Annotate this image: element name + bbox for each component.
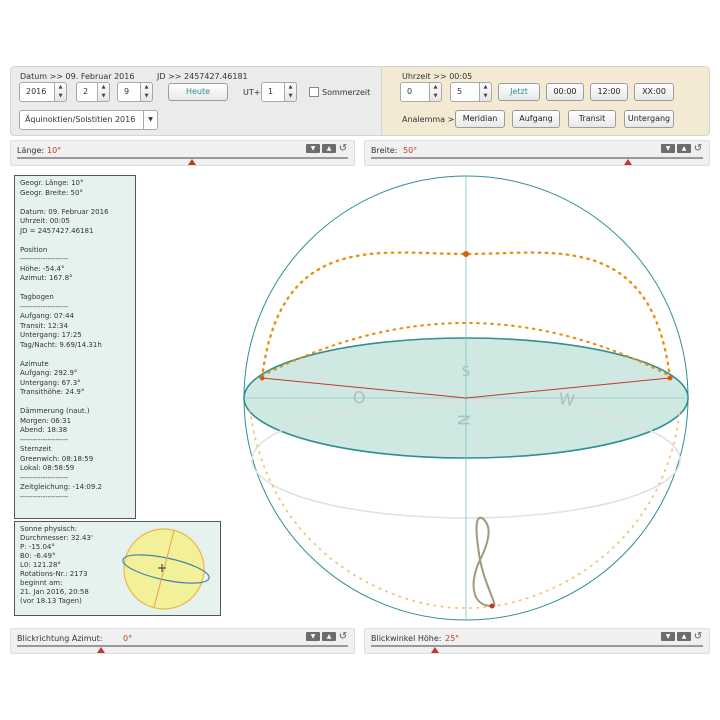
analemma-curve — [472, 516, 496, 608]
sky-sphere[interactable]: S O N W — [0, 0, 720, 720]
current-sun-point — [489, 603, 495, 609]
compass-o: O — [352, 387, 367, 408]
compass-w: W — [558, 389, 576, 410]
compass-s: S — [462, 365, 470, 380]
compass-n: N — [454, 414, 473, 426]
transit-point — [463, 251, 469, 257]
